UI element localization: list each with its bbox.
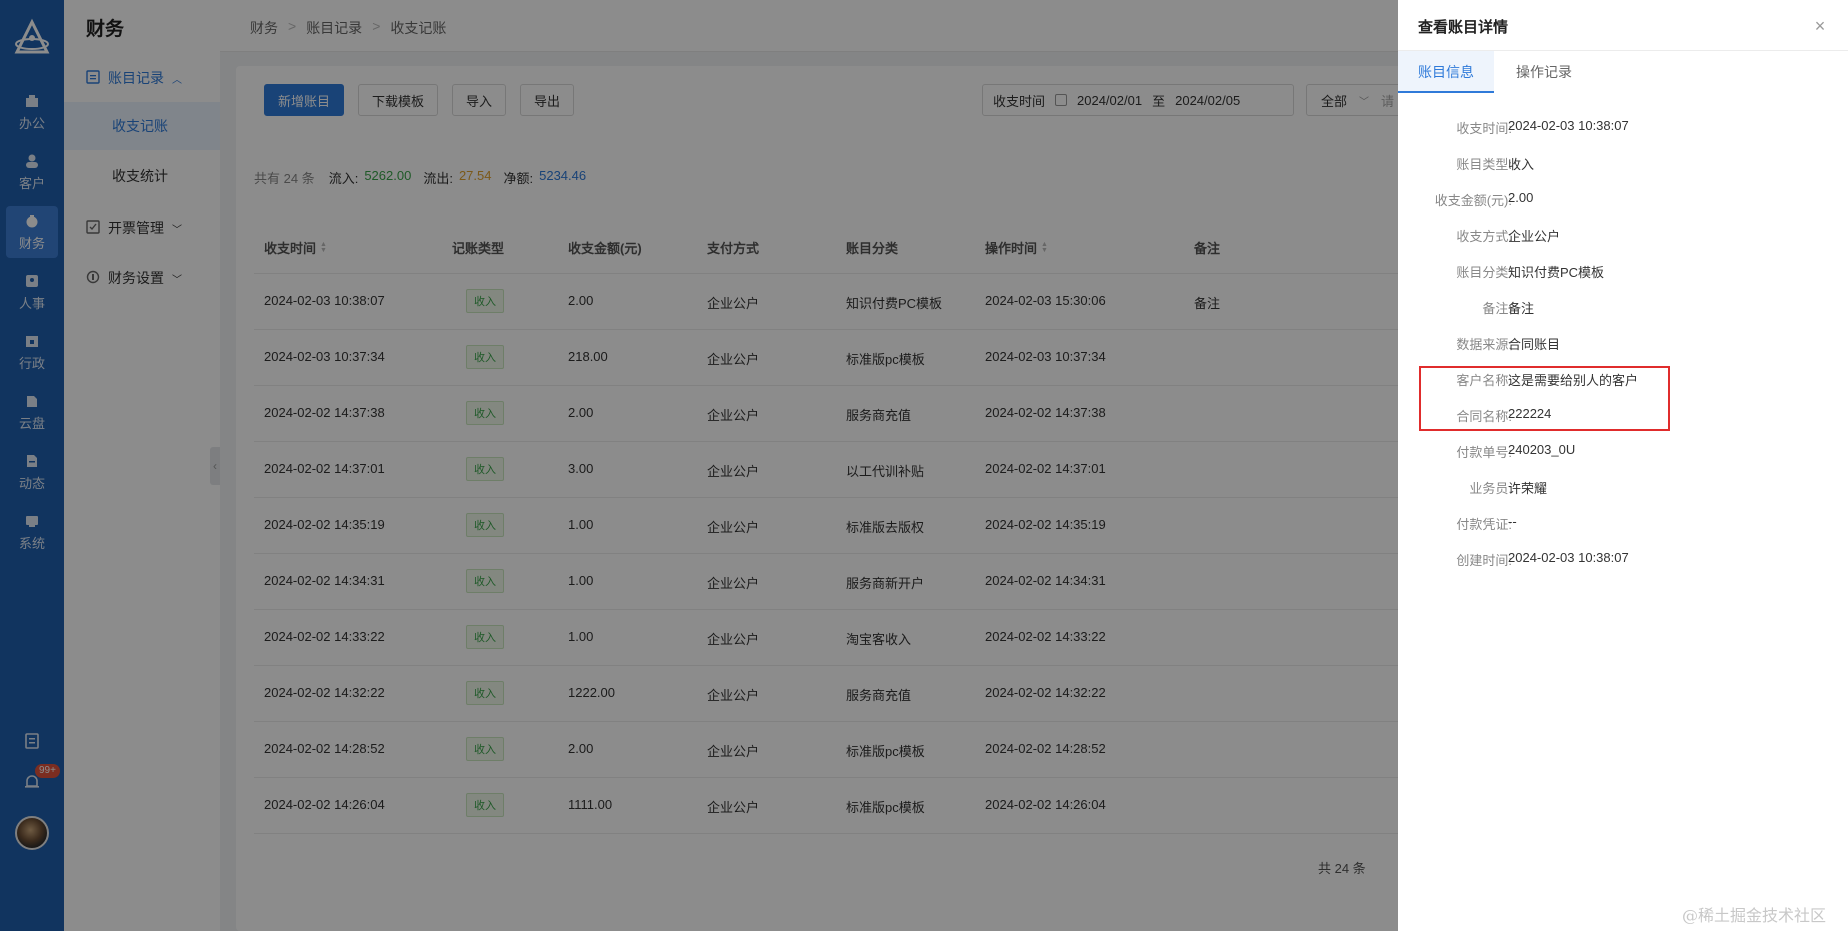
- drawer-tabs: 账目信息 操作记录: [1398, 51, 1848, 93]
- detail-label: 收支时间:: [1456, 121, 1512, 136]
- detail-field: 账目类型: 收入: [1398, 154, 1848, 174]
- detail-field: 账目分类: 知识付费PC模板: [1398, 262, 1848, 282]
- detail-label: 付款凭证:: [1456, 517, 1512, 532]
- detail-value: 240203_0U: [1508, 442, 1576, 457]
- detail-label: 数据来源:: [1456, 337, 1512, 352]
- detail-field: 数据来源: 合同账目: [1398, 334, 1848, 354]
- detail-label: 收支方式:: [1456, 229, 1512, 244]
- detail-value: 收入: [1508, 157, 1535, 172]
- detail-field: 收支方式: 企业公户: [1398, 226, 1848, 246]
- detail-value: 备注: [1508, 301, 1535, 316]
- detail-field: 付款单号: 240203_0U: [1398, 442, 1848, 462]
- detail-field: 付款凭证: --: [1398, 514, 1848, 534]
- detail-label: 账目分类:: [1456, 265, 1512, 280]
- tab-entry-info[interactable]: 账目信息: [1398, 51, 1494, 93]
- detail-value: --: [1508, 514, 1517, 529]
- detail-value: 2.00: [1508, 190, 1534, 205]
- highlight-box: [1419, 366, 1670, 431]
- detail-field: 备注: 备注: [1398, 298, 1848, 318]
- detail-value: 2024-02-03 10:38:07: [1508, 550, 1629, 565]
- detail-value: 合同账目: [1508, 337, 1561, 352]
- detail-value: 知识付费PC模板: [1508, 265, 1605, 280]
- detail-drawer: 查看账目详情 × 账目信息 操作记录 收支时间: 2024-02-03 10:38…: [1398, 0, 1848, 931]
- detail-label: 付款单号:: [1456, 445, 1512, 460]
- detail-value: 许荣耀: [1508, 481, 1548, 496]
- detail-label: 收支金额(元):: [1434, 193, 1512, 208]
- detail-value: 企业公户: [1508, 229, 1561, 244]
- drawer-title: 查看账目详情: [1418, 19, 1509, 36]
- detail-label: 创建时间:: [1456, 553, 1512, 568]
- detail-field: 收支时间: 2024-02-03 10:38:07: [1398, 118, 1848, 138]
- detail-label: 业务员:: [1469, 481, 1512, 496]
- watermark: @稀土掘金技术社区: [1682, 906, 1827, 925]
- detail-value: 2024-02-03 10:38:07: [1508, 118, 1629, 133]
- tab-operation-log[interactable]: 操作记录: [1496, 51, 1592, 93]
- detail-field: 创建时间: 2024-02-03 10:38:07: [1398, 550, 1848, 570]
- detail-field: 业务员: 许荣耀: [1398, 478, 1848, 498]
- detail-label: 账目类型:: [1456, 157, 1512, 172]
- detail-field: 收支金额(元): 2.00: [1398, 190, 1848, 210]
- close-icon[interactable]: ×: [1808, 14, 1832, 38]
